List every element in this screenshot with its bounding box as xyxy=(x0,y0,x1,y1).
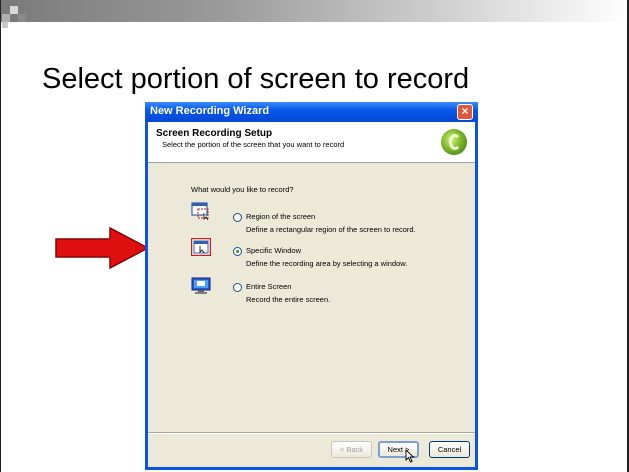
entire-screen-option-description: Record the entire screen. xyxy=(246,295,331,304)
slide: Select portion of screen to record New R… xyxy=(0,0,629,472)
region-option-label[interactable]: Region of the screen xyxy=(246,212,315,221)
cancel-button[interactable]: Cancel xyxy=(429,441,470,458)
region-radio[interactable] xyxy=(233,213,242,222)
wizard-header-subtitle: Select the portion of the screen that yo… xyxy=(162,140,345,149)
monitor-icon xyxy=(191,277,211,294)
wizard-titlebar[interactable]: New Recording Wizard × xyxy=(145,102,478,122)
slide-top-band xyxy=(0,0,629,22)
wizard-window: New Recording Wizard × Screen Recording … xyxy=(145,102,478,470)
corner-square xyxy=(10,6,18,14)
wizard-header: Screen Recording Setup Select the portio… xyxy=(148,122,475,163)
corner-square xyxy=(18,14,26,22)
entire-screen-option-label[interactable]: Entire Screen xyxy=(246,282,291,291)
wizard-question: What would you like to record? xyxy=(191,185,294,194)
specific-window-radio[interactable] xyxy=(233,247,242,256)
camtasia-logo-icon xyxy=(441,129,467,155)
footer-separator xyxy=(148,432,475,434)
region-icon xyxy=(191,202,209,220)
mouse-cursor-icon xyxy=(405,449,415,463)
specific-window-option-label[interactable]: Specific Window xyxy=(246,246,301,255)
close-button[interactable]: × xyxy=(457,104,473,120)
specific-window-option-description: Define the recording area by selecting a… xyxy=(246,259,408,268)
red-arrow-icon xyxy=(55,227,150,269)
slide-border-left xyxy=(0,0,1,472)
window-icon xyxy=(191,238,211,256)
wizard-window-title: New Recording Wizard xyxy=(150,105,270,117)
slide-title: Select portion of screen to record xyxy=(42,63,470,95)
region-option-description: Define a rectangular region of the scree… xyxy=(246,225,416,234)
back-button[interactable]: < Back xyxy=(331,441,372,458)
entire-screen-radio[interactable] xyxy=(233,283,242,292)
wizard-body: Screen Recording Setup Select the portio… xyxy=(148,122,475,467)
wizard-header-title: Screen Recording Setup xyxy=(156,128,273,139)
corner-square xyxy=(2,14,10,22)
corner-square xyxy=(2,22,8,28)
